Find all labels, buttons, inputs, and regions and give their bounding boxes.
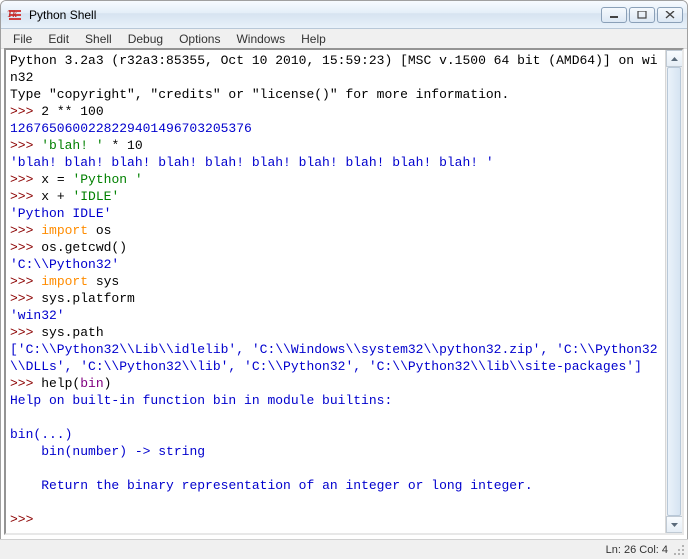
shell-keyword: import — [41, 223, 88, 238]
shell-input: sys.platform — [41, 291, 135, 306]
close-button[interactable] — [657, 7, 683, 23]
shell-input: sys — [88, 274, 119, 289]
shell-output: 'C:\\Python32' — [10, 257, 119, 272]
shell-string: 'IDLE' — [72, 189, 119, 204]
shell-output: Return the binary representation of an i… — [10, 478, 533, 493]
menu-file[interactable]: File — [5, 31, 40, 47]
prompt: >>> — [10, 512, 41, 527]
scroll-down-button[interactable] — [666, 516, 683, 533]
shell-input: x = — [41, 172, 72, 187]
menu-help[interactable]: Help — [293, 31, 334, 47]
svg-text:Tk: Tk — [7, 9, 17, 19]
prompt: >>> — [10, 138, 41, 153]
prompt: >>> — [10, 172, 41, 187]
menu-edit[interactable]: Edit — [40, 31, 77, 47]
prompt: >>> — [10, 325, 41, 340]
shell-input: sys.path — [41, 325, 103, 340]
prompt: >>> — [10, 240, 41, 255]
shell-builtin: bin — [80, 376, 103, 391]
shell-output: Help on built-in function bin in module … — [10, 393, 392, 408]
shell-header2: Type "copyright", "credits" or "license(… — [10, 87, 509, 102]
shell-input: 2 ** 100 — [41, 104, 103, 119]
shell-output: 1267650600228229401496703205376 — [10, 121, 252, 136]
resize-grip-icon[interactable] — [672, 543, 686, 557]
maximize-button[interactable] — [629, 7, 655, 23]
shell-string: 'Python ' — [72, 172, 142, 187]
menu-shell[interactable]: Shell — [77, 31, 120, 47]
prompt: >>> — [10, 291, 41, 306]
shell-input: help( — [41, 376, 80, 391]
shell-input: x + — [41, 189, 72, 204]
shell-text-area[interactable]: Python 3.2a3 (r32a3:85355, Oct 10 2010, … — [6, 50, 665, 533]
content-frame: Python 3.2a3 (r32a3:85355, Oct 10 2010, … — [4, 48, 684, 535]
prompt: >>> — [10, 223, 41, 238]
shell-output: bin(...) — [10, 427, 72, 442]
shell-input: ) — [104, 376, 112, 391]
scroll-up-button[interactable] — [666, 50, 683, 67]
window-controls — [601, 7, 683, 23]
shell-string: 'blah! ' — [41, 138, 103, 153]
shell-output: 'blah! blah! blah! blah! blah! blah! bla… — [10, 155, 494, 170]
menu-windows[interactable]: Windows — [228, 31, 293, 47]
shell-output: 'win32' — [10, 308, 65, 323]
prompt: >>> — [10, 104, 41, 119]
shell-input: os — [88, 223, 111, 238]
menu-options[interactable]: Options — [171, 31, 228, 47]
shell-header: Python 3.2a3 (r32a3:85355, Oct 10 2010, … — [10, 53, 658, 85]
menu-debug[interactable]: Debug — [120, 31, 171, 47]
statusbar: Ln: 26 Col: 4 — [0, 539, 688, 559]
menubar: File Edit Shell Debug Options Windows He… — [1, 29, 687, 49]
shell-output: 'Python IDLE' — [10, 206, 111, 221]
shell-keyword: import — [41, 274, 88, 289]
window-title: Python Shell — [29, 8, 601, 22]
app-icon: Tk — [7, 7, 23, 23]
cursor-position: Ln: 26 Col: 4 — [606, 544, 668, 556]
shell-input: * 10 — [104, 138, 143, 153]
minimize-button[interactable] — [601, 7, 627, 23]
prompt: >>> — [10, 189, 41, 204]
scrollbar[interactable] — [665, 50, 682, 533]
shell-output: ['C:\\Python32\\Lib\\idlelib', 'C:\\Wind… — [10, 342, 658, 374]
scrollbar-thumb[interactable] — [667, 67, 681, 516]
prompt: >>> — [10, 376, 41, 391]
shell-input: os.getcwd() — [41, 240, 127, 255]
shell-output: bin(number) -> string — [10, 444, 205, 459]
prompt: >>> — [10, 274, 41, 289]
titlebar: Tk Python Shell — [1, 1, 687, 29]
